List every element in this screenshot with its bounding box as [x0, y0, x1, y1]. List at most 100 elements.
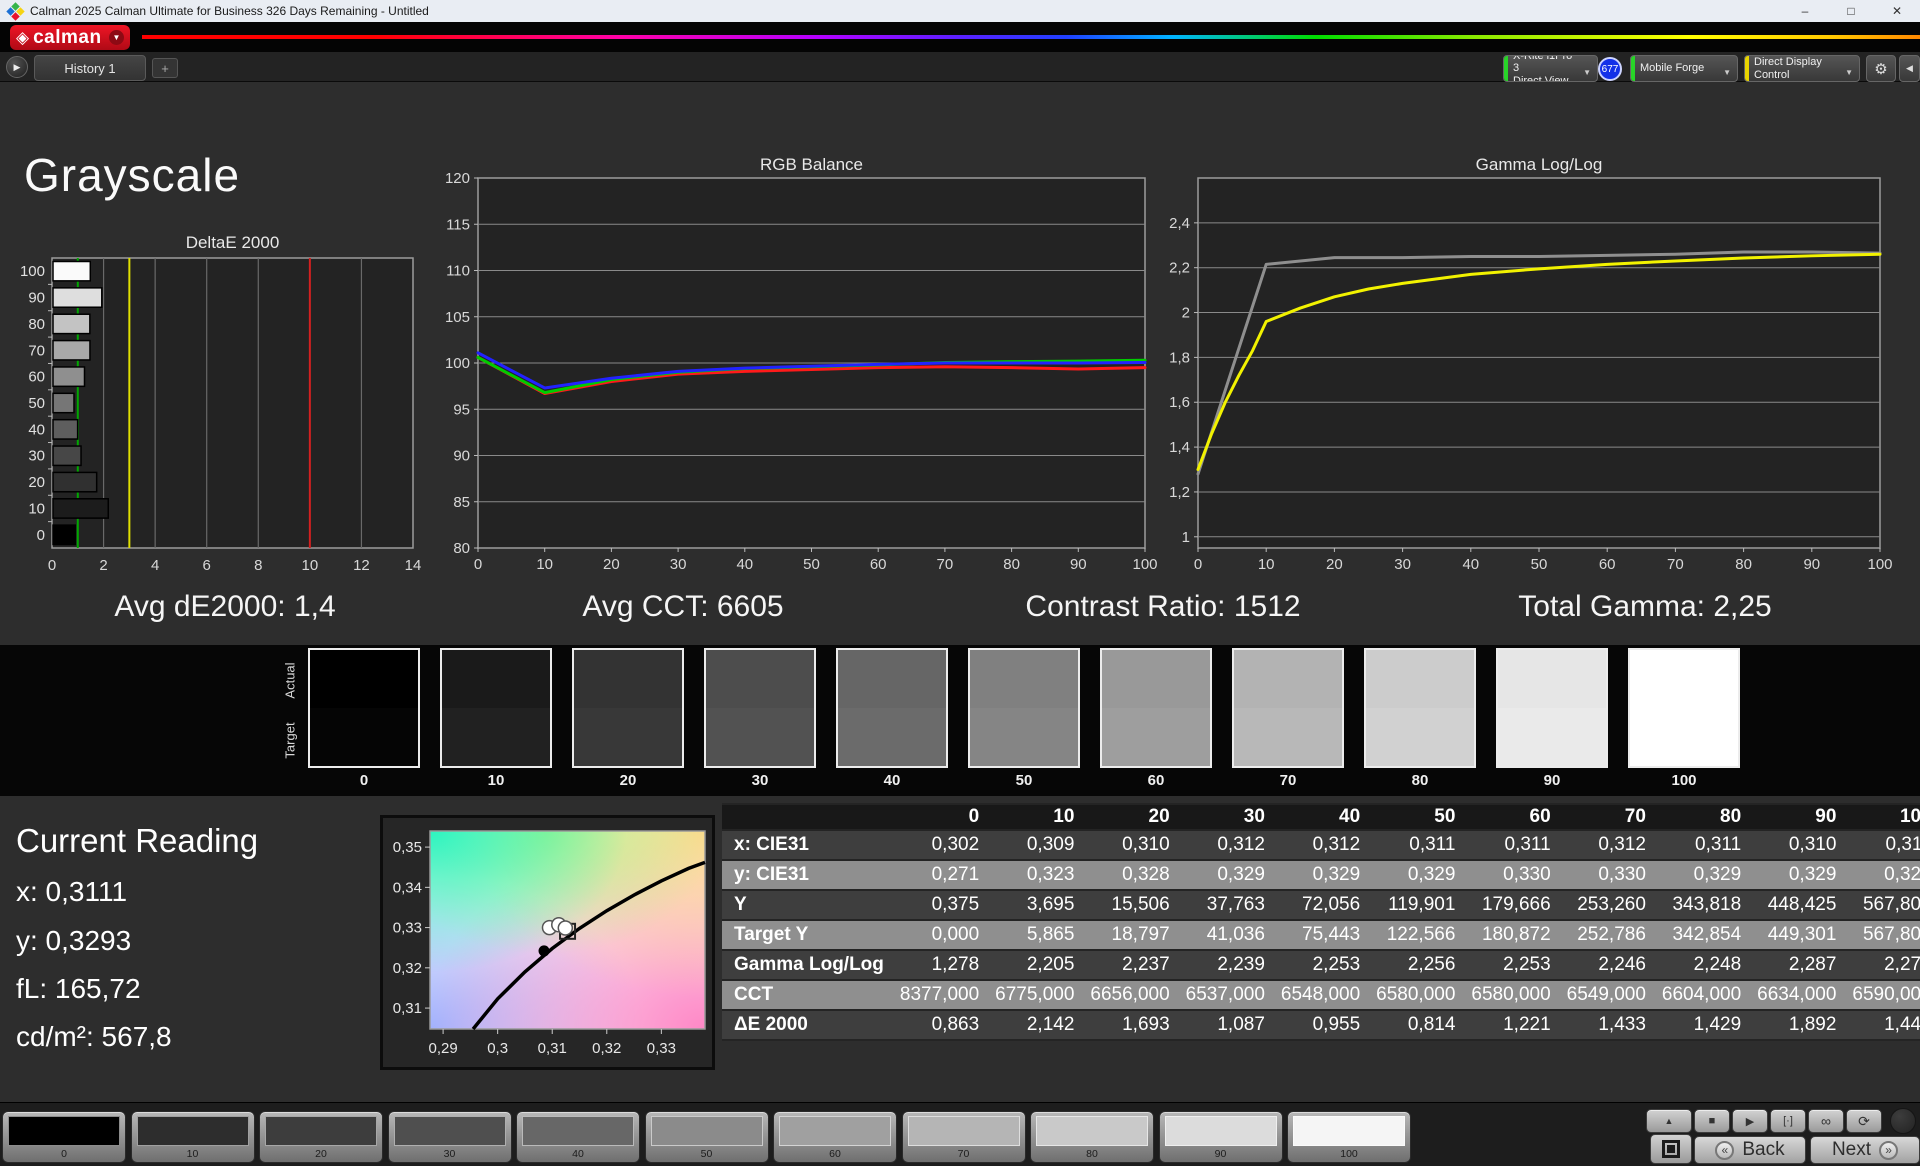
deltae-xtick: 0 [48, 557, 56, 574]
swatch-label: 70 [1232, 772, 1344, 789]
chart-ytick: 120 [445, 170, 470, 187]
target-patch [574, 708, 682, 766]
table-cell: 6634,000 [1757, 981, 1852, 1009]
maximize-button[interactable]: □ [1828, 0, 1874, 22]
pattern-button-40[interactable]: 40 [516, 1111, 640, 1163]
pattern-button-0[interactable]: 0 [2, 1111, 126, 1163]
deltae-ytick: 80 [28, 316, 45, 333]
daylight-locus-line [473, 862, 705, 1029]
chart-ytick: 115 [446, 216, 470, 233]
back-button[interactable]: « Back [1694, 1136, 1806, 1164]
black-measurement-point [539, 945, 550, 956]
cie-xtick: 0,31 [538, 1040, 567, 1057]
row-label: x: CIE31 [722, 831, 900, 859]
pattern-label: 50 [646, 1148, 768, 1160]
pattern-label: 40 [517, 1148, 639, 1160]
history-nav-button[interactable]: ▶ [6, 56, 28, 78]
pattern-button-20[interactable]: 20 [259, 1111, 383, 1163]
table-col-header-90: 90 [1757, 805, 1852, 829]
continuous-measure-button[interactable]: ∞ [1808, 1109, 1844, 1133]
back-chevron-icon: « [1715, 1141, 1734, 1160]
pattern-button-50[interactable]: 50 [645, 1111, 769, 1163]
row-label: ΔE 2000 [722, 1011, 900, 1039]
grayscale-swatch-80: 80 [1364, 648, 1476, 789]
table-row: y: CIE310,2710,3230,3280,3290,3290,3290,… [722, 861, 1920, 889]
reading-fl: fL: 165,72 [16, 973, 141, 1005]
close-button[interactable]: ✕ [1874, 0, 1920, 22]
grayscale-swatch-50: 50 [968, 648, 1080, 789]
table-cell: 1,446 [1852, 1011, 1920, 1039]
deltae-xtick: 4 [151, 557, 159, 574]
table-col-header-0: 0 [900, 805, 995, 829]
pattern-color-patch [1293, 1116, 1405, 1146]
chart-title: RGB Balance [760, 156, 863, 174]
page-title: Grayscale [24, 148, 240, 202]
window-pattern-toggle-button[interactable] [1650, 1134, 1692, 1164]
pattern-label: 0 [3, 1148, 125, 1160]
collapse-panel-button[interactable]: ◀ [1899, 55, 1920, 82]
table-cell: 2,287 [1757, 951, 1852, 979]
pattern-button-60[interactable]: 60 [773, 1111, 897, 1163]
pattern-button-30[interactable]: 30 [388, 1111, 512, 1163]
tab-history-1[interactable]: History 1 [34, 55, 146, 81]
meter-mode: Direct View [1513, 75, 1568, 82]
chart-xtick: 90 [1803, 556, 1820, 573]
table-cell: 252,786 [1567, 921, 1662, 949]
target-patch [442, 708, 550, 766]
pattern-label: 100 [1288, 1148, 1410, 1160]
gamma-chart: Gamma Log/Log11,21,41,61,822,22,40102030… [1138, 156, 1920, 576]
refresh-button[interactable]: ⟳ [1846, 1109, 1882, 1133]
chart-xtick: 50 [1531, 556, 1548, 573]
table-cell: 567,802 [1852, 891, 1920, 919]
pattern-button-100[interactable]: 100 [1287, 1111, 1411, 1163]
settings-gear-button[interactable]: ⚙ [1866, 55, 1896, 82]
pattern-source-selector[interactable]: Mobile Forge ▼ [1630, 55, 1738, 82]
table-cell: 2,275 [1852, 951, 1920, 979]
table-cell: 122,566 [1376, 921, 1471, 949]
target-patch [838, 708, 946, 766]
table-cell: 0,000 [900, 921, 995, 949]
pattern-button-80[interactable]: 80 [1030, 1111, 1154, 1163]
table-cell: 0,310 [1090, 831, 1185, 859]
minimize-button[interactable]: – [1782, 0, 1828, 22]
swatch-label: 40 [836, 772, 948, 789]
contrast-ratio-stat: Contrast Ratio: 1512 [1025, 590, 1300, 624]
avg-de2000-stat: Avg dE2000: 1,4 [114, 590, 335, 624]
step-measure-button[interactable]: [·] [1770, 1109, 1806, 1133]
actual-patch [1102, 650, 1210, 708]
table-cell: 0,302 [900, 831, 995, 859]
table-col-header-70: 70 [1567, 805, 1662, 829]
meter-count-badge[interactable]: 677 [1598, 57, 1622, 81]
stop-button[interactable]: ■ [1694, 1109, 1730, 1133]
play-button[interactable]: ▶ [1732, 1109, 1768, 1133]
meter-selector[interactable]: X-Rite i1Pro 3 Direct View ▼ [1503, 55, 1598, 82]
table-cell: 0,329 [1852, 861, 1920, 889]
deltae-bar-10 [53, 499, 108, 518]
current-reading-title: Current Reading [16, 822, 258, 860]
table-cell: 449,301 [1757, 921, 1852, 949]
table-cell: 8377,000 [900, 981, 995, 1009]
table-col-header-100: 100 [1852, 805, 1920, 829]
actual-patch [1498, 650, 1606, 708]
table-col-header-60: 60 [1471, 805, 1566, 829]
table-row: x: CIE310,3020,3090,3100,3120,3120,3110,… [722, 831, 1920, 859]
deltae-bar-80 [53, 314, 90, 333]
pattern-panel-up-button[interactable]: ▲ [1646, 1109, 1692, 1133]
target-patch [1366, 708, 1474, 766]
table-cell: 0,310 [1757, 831, 1852, 859]
table-cell: 448,425 [1757, 891, 1852, 919]
pattern-button-90[interactable]: 90 [1159, 1111, 1283, 1163]
pattern-label: 70 [903, 1148, 1025, 1160]
table-cell: 37,763 [1186, 891, 1281, 919]
display-control-selector[interactable]: Direct Display Control ▼ [1744, 55, 1860, 82]
calman-menu-button[interactable]: ◈ calman ▼ [10, 25, 130, 50]
next-button[interactable]: Next » [1810, 1136, 1920, 1164]
pattern-button-70[interactable]: 70 [902, 1111, 1026, 1163]
cie-xtick: 0,33 [647, 1040, 676, 1057]
add-tab-button[interactable]: + [152, 58, 178, 78]
table-cell: 41,036 [1186, 921, 1281, 949]
table-cell: 0,311 [1662, 831, 1757, 859]
pattern-button-10[interactable]: 10 [131, 1111, 255, 1163]
avg-cct-stat: Avg CCT: 6605 [582, 590, 783, 624]
grayscale-swatch-30: 30 [704, 648, 816, 789]
